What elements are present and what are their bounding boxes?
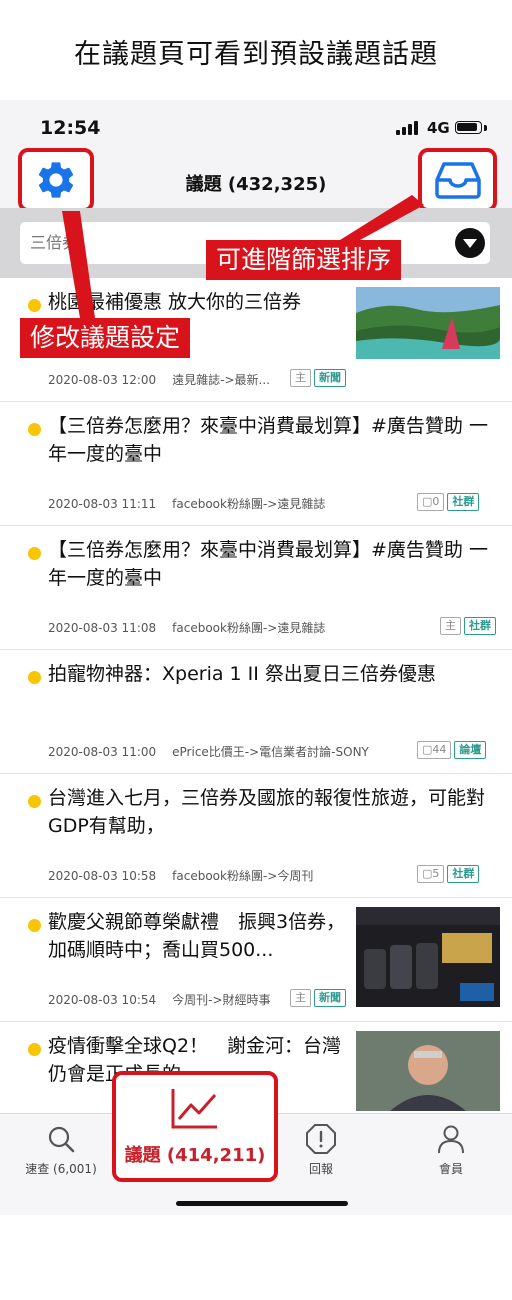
item-tags: ▢5 社群 [417, 865, 480, 883]
item-source: 今周刊->財經時事 [172, 993, 271, 1007]
item-source: facebook粉絲團->遠見雜誌 [172, 621, 326, 635]
thumbnail-image [356, 907, 500, 1007]
item-title: 歡慶父親節尊榮獻禮 振興3倍券，加碼順時中；喬山買500... [48, 911, 346, 961]
unread-dot [28, 299, 41, 312]
battery-icon [455, 121, 482, 134]
status-time: 12:54 [40, 117, 101, 139]
signal-icon [396, 121, 424, 135]
item-tags: 主社群 [440, 617, 496, 635]
item-meta: 2020-08-03 11:08 facebook粉絲團->遠見雜誌 [48, 619, 325, 636]
gear-icon [38, 162, 74, 198]
trend-icon [171, 1089, 217, 1129]
item-title: 【三倍券怎麼用？來臺中消費最划算】#廣告贊助 一年一度的臺中 [48, 539, 488, 589]
owner-tag: 主 [440, 617, 461, 635]
search-icon [48, 1126, 75, 1153]
type-tag: 新聞 [314, 989, 346, 1007]
unread-dot [28, 919, 41, 932]
type-tag: 論壇 [454, 741, 487, 759]
thumbnail-image [356, 287, 500, 359]
inbox-icon [434, 162, 481, 199]
item-meta: 2020-08-03 11:00 ePrice比價王->電信業者討論-SONY [48, 743, 369, 760]
item-source: facebook粉絲團->今周刊 [172, 869, 314, 883]
item-source: 遠見雜誌->最新... [172, 373, 270, 387]
item-tags: 主新聞 [290, 989, 346, 1007]
settings-button[interactable] [18, 148, 94, 212]
tab-issues[interactable]: 議題 (414,211) [112, 1071, 278, 1182]
thumbnail-image [356, 1031, 500, 1111]
list-item[interactable]: 【三倍券怎麼用？來臺中消費最划算】#廣告贊助 一年一度的臺中 2020-08-0… [0, 402, 512, 526]
item-meta: 2020-08-03 11:11 facebook粉絲團->遠見雜誌 [48, 495, 325, 512]
item-date: 2020-08-03 11:00 [48, 745, 157, 759]
owner-tag: 主 [290, 989, 311, 1007]
item-title: 拍寵物神器：Xperia 1 II 祭出夏日三倍券優惠 [48, 663, 436, 685]
home-indicator [176, 1201, 348, 1206]
item-title: 桃園最補優惠 放大你的三倍券 [48, 291, 302, 313]
callout-settings: 修改議題設定 [20, 318, 191, 358]
user-icon [438, 1125, 464, 1154]
item-date: 2020-08-03 11:08 [48, 621, 157, 635]
item-meta: 2020-08-03 12:00 遠見雜誌->最新... [48, 371, 270, 388]
battery-tip [484, 125, 487, 131]
type-tag: 社群 [464, 617, 496, 635]
item-tags: ▢0 社群 [417, 493, 480, 511]
reply-count: ▢44 [417, 741, 452, 759]
type-tag: 社群 [447, 493, 480, 511]
status-bar: 12:54 4G [0, 100, 512, 150]
issue-list: 桃園最補優惠 放大你的三倍券 2020-08-03 12:00 遠見雜誌->最新.… [0, 278, 512, 1113]
dropdown-button[interactable] [455, 228, 485, 258]
tab-label: 議題 (414,211) [124, 1145, 266, 1166]
reply-count: ▢0 [417, 493, 445, 511]
list-item[interactable]: 【三倍券怎麼用？來臺中消費最划算】#廣告贊助 一年一度的臺中 2020-08-0… [0, 526, 512, 650]
unread-dot [28, 795, 41, 808]
tab-label: 速查 (6,001) [25, 1162, 97, 1176]
tab-label: 回報 [308, 1162, 333, 1176]
list-item[interactable]: 台灣進入七月，三倍券及國旅的報復性旅遊，可能對GDP有幫助， 2020-08-0… [0, 774, 512, 898]
tab-bar: 速查 (6,001) 回報 會員 議題 (414,211) [0, 1071, 512, 1215]
item-meta: 2020-08-03 10:54 今周刊->財經時事 [48, 991, 271, 1008]
item-source: ePrice比價王->電信業者討論-SONY [172, 745, 369, 759]
owner-tag: 主 [290, 369, 311, 387]
unread-dot [28, 423, 41, 436]
item-tags: ▢44 論壇 [417, 741, 487, 759]
page-caption: 在議題頁可看到預設議題話題 [74, 39, 438, 70]
type-tag: 社群 [447, 865, 480, 883]
unread-dot [28, 671, 41, 684]
item-date: 2020-08-03 10:58 [48, 869, 157, 883]
item-source: facebook粉絲團->遠見雜誌 [172, 497, 326, 511]
callout-filter-sort: 可進階篩選排序 [206, 240, 402, 280]
item-title: 【三倍券怎麼用？來臺中消費最划算】#廣告贊助 一年一度的臺中 [48, 415, 488, 465]
network-label: 4G [427, 119, 450, 137]
alert-icon [306, 1124, 336, 1154]
item-date: 2020-08-03 12:00 [48, 373, 157, 387]
unread-dot [28, 547, 41, 560]
reply-count: ▢5 [417, 865, 445, 883]
item-date: 2020-08-03 10:54 [48, 993, 157, 1007]
item-date: 2020-08-03 11:11 [48, 497, 157, 511]
type-tag: 新聞 [314, 369, 346, 387]
item-title: 台灣進入七月，三倍券及國旅的報復性旅遊，可能對GDP有幫助， [48, 787, 486, 837]
item-tags: 主新聞 [290, 369, 346, 387]
list-item[interactable]: 拍寵物神器：Xperia 1 II 祭出夏日三倍券優惠 2020-08-03 1… [0, 650, 512, 774]
item-meta: 2020-08-03 10:58 facebook粉絲團->今周刊 [48, 867, 313, 884]
tab-label: 會員 [438, 1162, 463, 1176]
unread-dot [28, 1043, 41, 1056]
filter-sort-button[interactable] [418, 148, 497, 212]
list-item[interactable]: 歡慶父親節尊榮獻禮 振興3倍券，加碼順時中；喬山買500... 2020-08-… [0, 898, 512, 1022]
